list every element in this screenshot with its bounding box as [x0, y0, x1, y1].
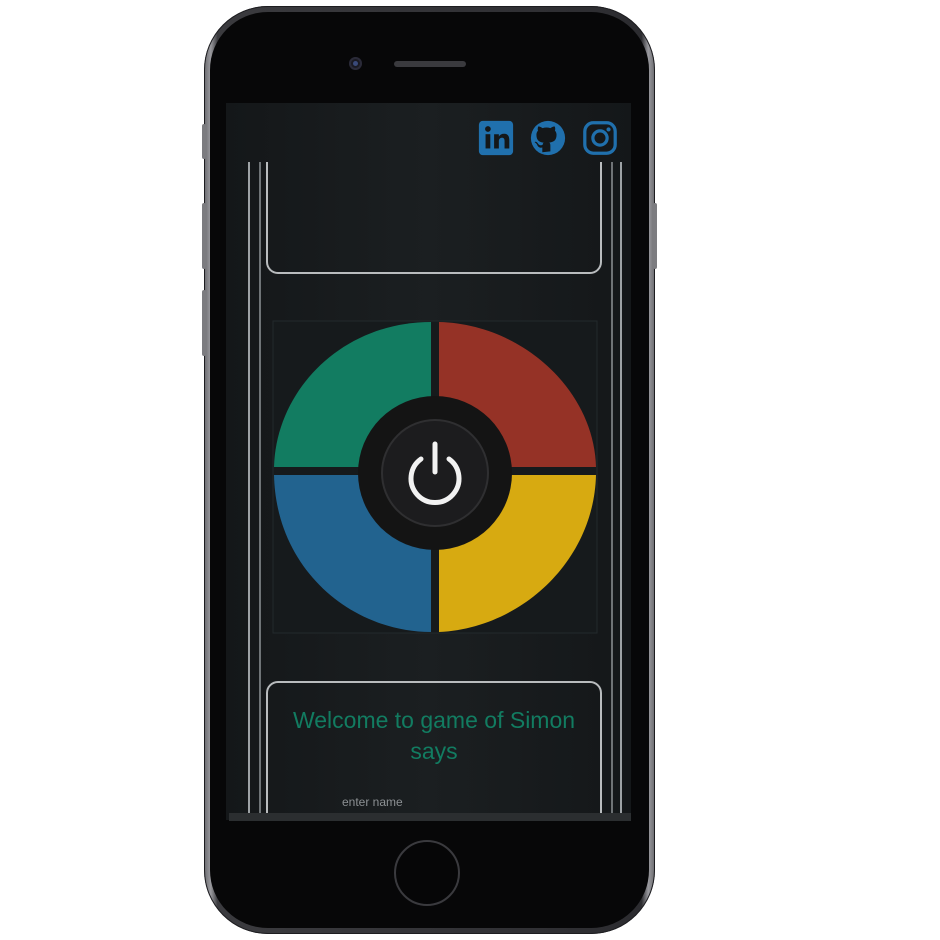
social-links: [477, 119, 619, 157]
name-label: enter name: [342, 795, 403, 809]
front-camera: [349, 57, 362, 70]
linkedin-icon[interactable]: [477, 119, 515, 157]
simon-board: [272, 320, 598, 634]
volume-up-button: [202, 203, 206, 269]
earpiece-speaker: [394, 61, 466, 67]
volume-down-button: [202, 290, 206, 356]
instagram-icon[interactable]: [581, 119, 619, 157]
mute-switch: [202, 124, 206, 159]
welcome-panel: Welcome to game of Simon says enter name: [266, 681, 602, 820]
score-panel: [266, 162, 602, 274]
welcome-title: Welcome to game of Simon says: [292, 707, 576, 764]
screen-edge: [229, 813, 631, 821]
power-side-button: [653, 203, 657, 269]
app-screen: Welcome to game of Simon says enter name: [226, 103, 631, 820]
github-icon[interactable]: [529, 119, 567, 157]
home-button[interactable]: [394, 840, 460, 906]
